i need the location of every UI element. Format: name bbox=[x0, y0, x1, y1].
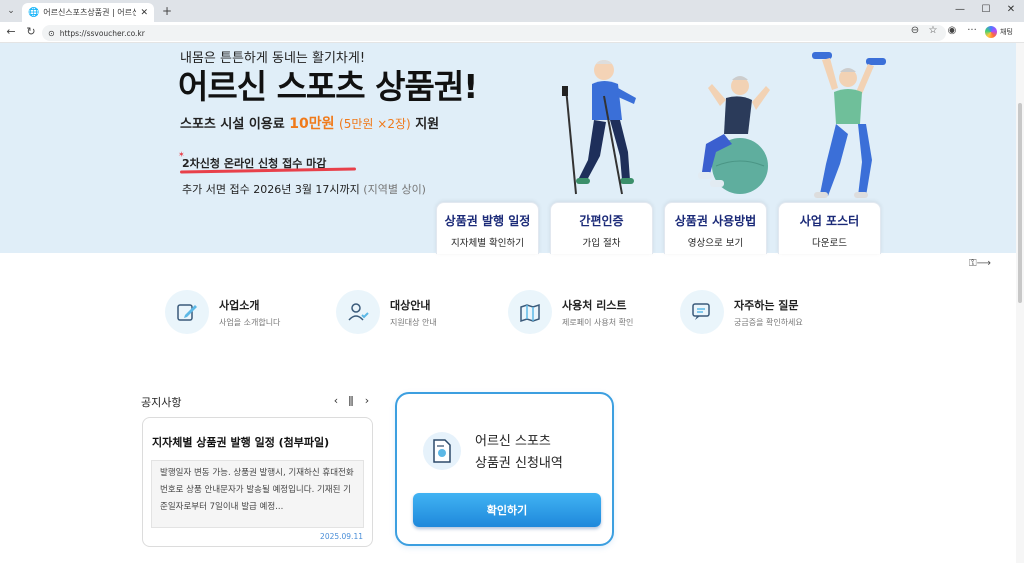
card-title: 간편인증 bbox=[579, 214, 624, 228]
hero-notice: 2차신청 온라인 신청 접수 마감 bbox=[179, 155, 357, 174]
quicklink-faq[interactable]: 자주하는 질문궁금증을 확인하세요 bbox=[680, 290, 803, 334]
more-menu-icon[interactable]: ··· bbox=[965, 25, 979, 36]
copilot-label: 채팅 bbox=[1000, 28, 1013, 36]
notice-card-body: 발행일자 변동 가능. 상품권 발행시, 기재하신 휴대전화번호로 상품 안내문… bbox=[151, 460, 364, 528]
document-search-icon bbox=[423, 432, 461, 470]
card-poster-download[interactable]: 사업 포스터 다운로드 bbox=[778, 202, 881, 254]
dumbbell-senior-illustration bbox=[812, 52, 886, 198]
globe-icon: 🌐 bbox=[28, 7, 40, 18]
quicklink-places[interactable]: 사용처 리스트제로페이 사용처 확인 bbox=[508, 290, 633, 334]
tab-title: 어르신스포츠상품권 | 어르신스포 bbox=[43, 8, 137, 17]
notice-pause-icon[interactable]: ǁ bbox=[345, 394, 357, 407]
apply-line1: 어르신 스포츠 bbox=[475, 434, 551, 449]
quicklink-title: 자주하는 질문 bbox=[734, 298, 799, 312]
notice-card[interactable]: 지자체별 상품권 발행 일정 (첨부파일) 발행일자 변동 가능. 상품권 발행… bbox=[142, 417, 373, 547]
close-window-icon[interactable]: ✕ bbox=[1004, 4, 1018, 15]
card-title: 상품권 발행 일정 bbox=[444, 214, 531, 228]
ball-exercise-illustration bbox=[698, 76, 770, 194]
card-issue-schedule[interactable]: 상품권 발행 일정 지자체별 확인하기 bbox=[436, 202, 539, 254]
hiking-senior-illustration bbox=[562, 60, 636, 195]
quicklink-title: 대상안내 bbox=[390, 298, 431, 312]
card-sub: 영상으로 보기 bbox=[687, 238, 744, 249]
quicklink-title: 사업소개 bbox=[219, 298, 260, 312]
card-sub: 지자체별 확인하기 bbox=[451, 238, 524, 249]
hero-extra-info: 추가 서면 접수 2026년 3월 17시까지 (지역별 상이) bbox=[182, 181, 426, 197]
card-easy-auth[interactable]: 간편인증 가입 절차 bbox=[550, 202, 653, 254]
site-info-icon[interactable]: ⊙ bbox=[48, 29, 55, 38]
quicklink-sub: 궁금증을 확인하세요 bbox=[734, 317, 803, 327]
support-amount: 10만원 bbox=[289, 116, 335, 132]
browser-tab-strip: ⌄ 🌐 어르신스포츠상품권 | 어르신스포 ✕ + — ☐ ✕ bbox=[0, 0, 1024, 22]
favorite-star-icon[interactable]: ☆ bbox=[926, 25, 940, 36]
notice-next-icon[interactable]: › bbox=[361, 394, 373, 407]
scrollbar-thumb[interactable] bbox=[1018, 103, 1022, 303]
card-usage-video[interactable]: 상품권 사용방법 영상으로 보기 bbox=[664, 202, 767, 254]
quicklink-intro[interactable]: 사업소개사업을 소개합니다 bbox=[165, 290, 280, 334]
chat-icon bbox=[680, 290, 724, 334]
apply-line2: 상품권 신청내역 bbox=[475, 456, 563, 471]
quicklink-target[interactable]: 대상안내지원대상 안내 bbox=[336, 290, 437, 334]
address-bar[interactable]: ⊙ https://ssvoucher.co.kr bbox=[42, 25, 946, 41]
card-sub: 가입 절차 bbox=[582, 238, 621, 249]
notice-date: 2025.09.11 bbox=[320, 532, 363, 541]
quicklink-sub: 제로페이 사용처 확인 bbox=[562, 317, 634, 327]
tab-list-dropdown-icon[interactable]: ⌄ bbox=[4, 5, 18, 18]
zero-map-icon bbox=[508, 290, 552, 334]
quicklink-sub: 지원대상 안내 bbox=[390, 317, 437, 327]
hero-title: 어르신 스포츠 상품권! bbox=[178, 67, 478, 106]
support-prefix: 스포츠 시설 이용료 bbox=[180, 117, 285, 132]
support-suffix: 지원 bbox=[415, 117, 440, 132]
new-tab-icon[interactable]: + bbox=[160, 4, 174, 18]
address-bar-row: ← ↻ ⊙ https://ssvoucher.co.kr ⊖ ☆ ◉ ··· … bbox=[0, 22, 1024, 43]
accessibility-key-icon[interactable]: ⚿⟶ bbox=[969, 258, 991, 269]
extra-main: 추가 서면 접수 2026년 3월 17시까지 bbox=[182, 183, 360, 196]
url-text: https://ssvoucher.co.kr bbox=[59, 28, 145, 38]
hero-card-row: 상품권 발행 일정 지자체별 확인하기 간편인증 가입 절차 상품권 사용방법 … bbox=[0, 202, 1016, 254]
card-title: 상품권 사용방법 bbox=[674, 214, 757, 228]
pen-note-icon bbox=[165, 290, 209, 334]
apply-history-card: 어르신 스포츠 상품권 신청내역 확인하기 bbox=[395, 392, 614, 546]
profile-avatar-icon[interactable]: ◉ bbox=[945, 25, 959, 36]
page-scrollbar[interactable] bbox=[1016, 43, 1024, 563]
copilot-button[interactable]: 채팅 bbox=[985, 26, 1013, 38]
user-check-icon bbox=[336, 290, 380, 334]
notice-section-title: 공지사항 bbox=[141, 396, 182, 409]
refresh-icon[interactable]: ↻ bbox=[24, 25, 38, 38]
quicklink-sub: 사업을 소개합니다 bbox=[219, 317, 281, 327]
support-detail: (5만원 ×2장) bbox=[339, 117, 411, 131]
minimize-icon[interactable]: — bbox=[953, 4, 967, 15]
browser-tab[interactable]: 🌐 어르신스포츠상품권 | 어르신스포 ✕ bbox=[22, 3, 154, 22]
extra-note: (지역별 상이) bbox=[363, 183, 426, 196]
maximize-icon[interactable]: ☐ bbox=[979, 4, 993, 15]
confirm-button[interactable]: 확인하기 bbox=[413, 493, 601, 527]
copilot-icon bbox=[985, 26, 997, 38]
notice-prev-icon[interactable]: ‹ bbox=[330, 394, 342, 407]
back-icon[interactable]: ← bbox=[4, 25, 18, 38]
card-title: 사업 포스터 bbox=[799, 214, 860, 228]
reader-icon[interactable]: ⊖ bbox=[908, 25, 922, 36]
quicklink-title: 사용처 리스트 bbox=[562, 298, 627, 312]
close-tab-icon[interactable]: ✕ bbox=[140, 8, 148, 18]
card-sub: 다운로드 bbox=[812, 238, 847, 249]
hero-support-line: 스포츠 시설 이용료 10만원 (5만원 ×2장) 지원 bbox=[180, 113, 439, 133]
notice-card-title[interactable]: 지자체별 상품권 발행 일정 (첨부파일) bbox=[152, 434, 329, 450]
